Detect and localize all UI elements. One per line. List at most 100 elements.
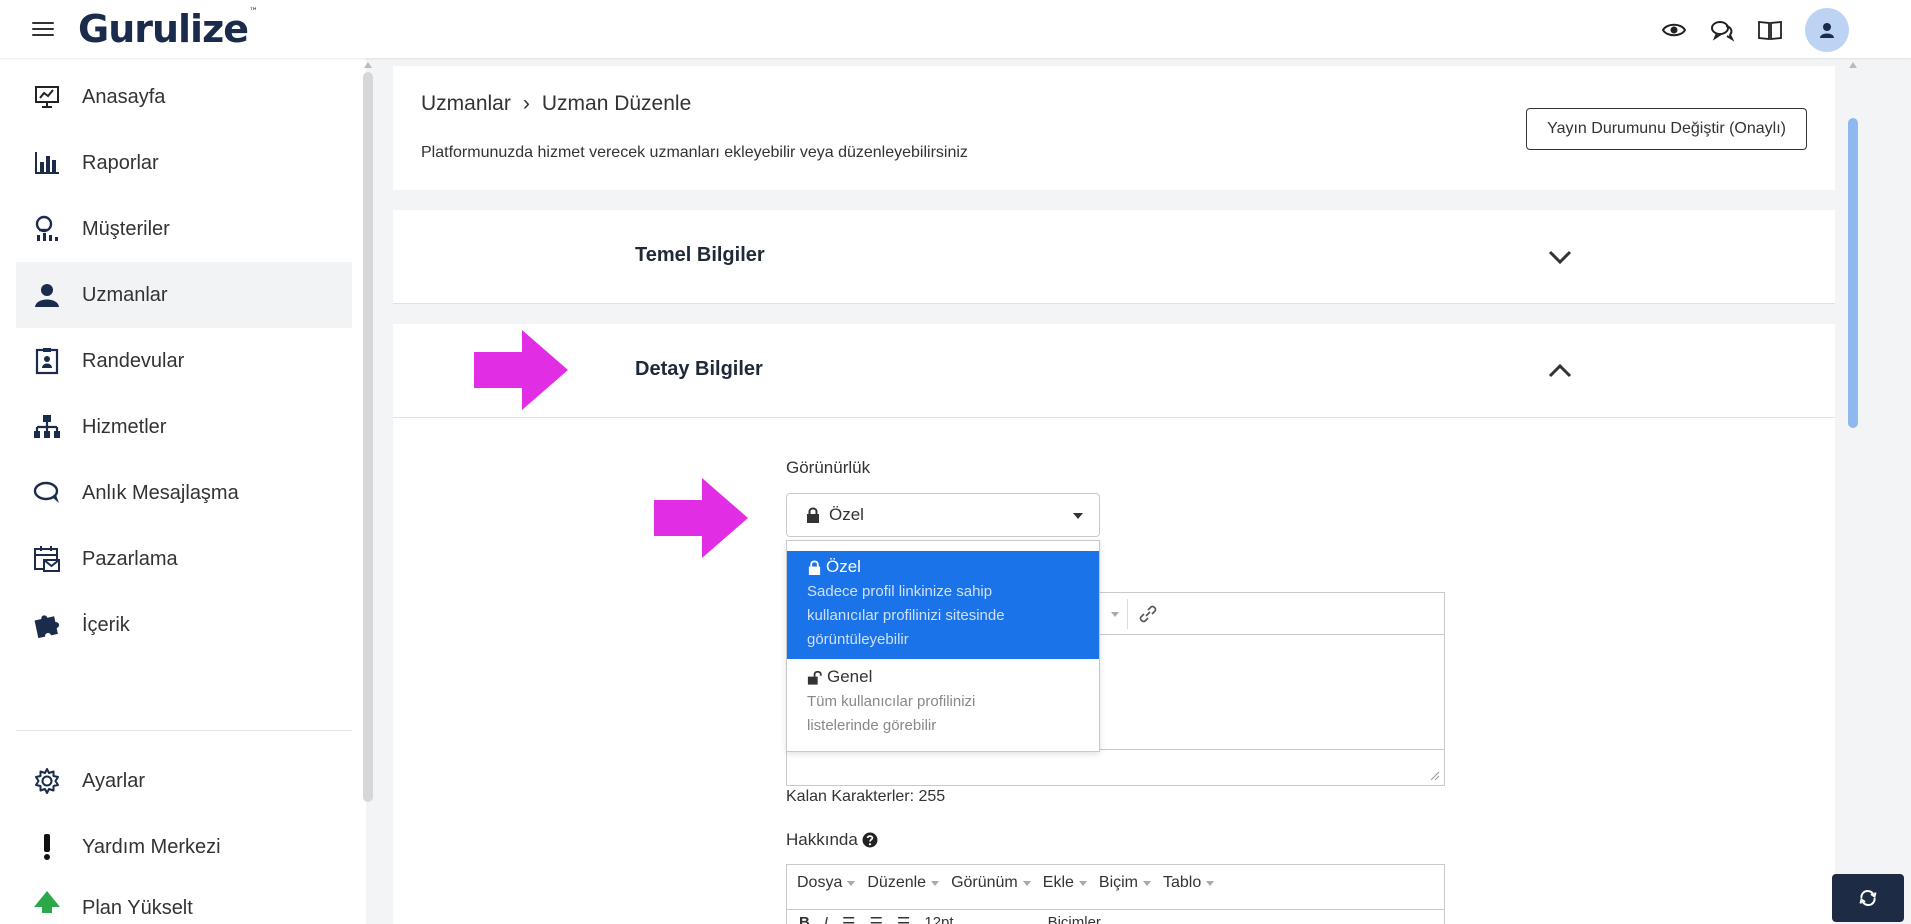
- sidebar-item-yardim-merkezi[interactable]: Yardım Merkezi: [16, 814, 352, 880]
- refresh-icon: [1859, 890, 1877, 906]
- sidebar-item-randevular[interactable]: Randevular: [16, 328, 352, 394]
- breadcrumb: Uzmanlar › Uzman Düzenle: [421, 92, 691, 116]
- font-size-select[interactable]: 12pt: [924, 914, 953, 924]
- sidebar-item-label: Pazarlama: [82, 547, 178, 570]
- section-temel-bilgiler[interactable]: Temel Bilgiler: [393, 210, 1835, 304]
- toolbar-separator: [1127, 599, 1128, 629]
- about-label-text: Hakkında: [786, 830, 858, 849]
- about-label: Hakkında: [786, 830, 878, 850]
- sidebar-item-label: Ayarlar: [82, 769, 145, 792]
- about-editor[interactable]: Dosya Düzenle Görünüm Ekle Biçim Tablo B…: [786, 864, 1445, 924]
- menu-gorunum[interactable]: Görünüm: [951, 874, 1031, 892]
- sidebar-item-raporlar[interactable]: Raporlar: [16, 130, 352, 196]
- sidebar-item-pazarlama[interactable]: Pazarlama: [16, 526, 352, 592]
- breadcrumb-separator: ›: [522, 92, 530, 115]
- page-header: Uzmanlar › Uzman Düzenle Platformunuzda …: [393, 66, 1835, 190]
- bold-button[interactable]: B: [799, 914, 810, 924]
- visibility-label: Görünürlük: [786, 458, 871, 477]
- about-editor-toolbar: B I ☰ ☰ ☰ 12pt Biçimler: [787, 909, 1444, 924]
- lock-icon: [807, 507, 819, 523]
- brand-logo[interactable]: Gurulize™: [78, 7, 258, 51]
- sitemap-icon: [32, 412, 62, 442]
- logo-trademark: ™: [248, 7, 258, 17]
- customers-icon: [32, 214, 62, 244]
- sidebar-item-anlik-mesajlasma[interactable]: Anlık Mesajlaşma: [16, 460, 352, 526]
- sidebar-item-icerik[interactable]: İçerik: [16, 592, 352, 658]
- toolbar-caret-icon[interactable]: [1111, 612, 1119, 617]
- visibility-option-genel[interactable]: Genel Tüm kullanıcılar profilinizi liste…: [787, 661, 1099, 751]
- sidebar-item-label: Müşteriler: [82, 217, 170, 240]
- visibility-option-ozel[interactable]: Özel Sadece profil linkinize sahip kulla…: [787, 551, 1099, 659]
- remaining-characters: Kalan Karakterler: 255: [786, 788, 946, 805]
- gear-icon: [32, 766, 62, 796]
- align-left-icon[interactable]: ☰: [842, 914, 855, 924]
- change-status-button[interactable]: Yayın Durumunu Değiştir (Onaylı): [1526, 108, 1807, 150]
- sidebar-item-label: Yardım Merkezi: [82, 835, 221, 858]
- breadcrumb-link-uzmanlar[interactable]: Uzmanlar: [421, 92, 511, 116]
- badge-icon: [32, 346, 62, 376]
- sidebar-item-label: Raporlar: [82, 151, 159, 174]
- chat-icon[interactable]: [1709, 17, 1735, 43]
- eye-icon[interactable]: [1661, 17, 1687, 43]
- scroll-up-arrow-icon[interactable]: [1849, 62, 1857, 68]
- sidebar-item-label: Randevular: [82, 349, 185, 372]
- lock-icon: [808, 559, 821, 575]
- sidebar-item-hizmetler[interactable]: Hizmetler: [16, 394, 352, 460]
- sidebar-divider: [16, 730, 352, 731]
- editor-menubar: Dosya Düzenle Görünüm Ekle Biçim Tablo: [797, 874, 1215, 892]
- menu-ekle[interactable]: Ekle: [1043, 874, 1087, 892]
- sidebar-item-musteriler[interactable]: Müşteriler: [16, 196, 352, 262]
- upgrade-icon: [32, 884, 62, 914]
- hamburger-menu-icon[interactable]: [32, 22, 54, 36]
- sidebar-item-uzmanlar[interactable]: Uzmanlar: [16, 262, 352, 328]
- menu-dosya[interactable]: Dosya: [797, 874, 856, 892]
- chevron-up-icon[interactable]: [1547, 358, 1573, 384]
- sidebar-item-label: Anlık Mesajlaşma: [82, 481, 239, 504]
- page-subtitle: Platformunuzda hizmet verecek uzmanları …: [421, 144, 968, 161]
- section-detay-bilgiler[interactable]: Detay Bilgiler: [393, 324, 1835, 418]
- sidebar: Anasayfa Raporlar Müşteriler Uzmanlar Ra…: [0, 58, 373, 924]
- option-description: Tüm kullanıcılar profilinizi listelerind…: [807, 693, 976, 734]
- user-icon: [32, 280, 62, 310]
- link-icon[interactable]: [1137, 603, 1159, 625]
- sidebar-scrollbar[interactable]: [363, 72, 373, 802]
- main-scrollbar[interactable]: [1848, 118, 1858, 428]
- align-center-icon[interactable]: ☰: [869, 914, 882, 924]
- chat-icon: [32, 478, 62, 508]
- option-title: Özel: [826, 557, 861, 576]
- sidebar-item-label: Anasayfa: [82, 85, 166, 108]
- align-right-icon[interactable]: ☰: [897, 914, 910, 924]
- italic-button[interactable]: I: [824, 914, 828, 924]
- editor-status-bar: [787, 749, 1444, 785]
- sidebar-item-label: Hizmetler: [82, 415, 167, 438]
- book-icon[interactable]: [1757, 17, 1783, 43]
- logo-text: Gurulize: [78, 7, 249, 51]
- puzzle-icon: [32, 610, 62, 640]
- option-title: Genel: [827, 667, 873, 686]
- resize-grip-icon[interactable]: [1430, 771, 1440, 781]
- chevron-down-icon[interactable]: [1547, 244, 1573, 270]
- sidebar-item-plan-yukselt[interactable]: Plan Yükselt: [16, 874, 352, 924]
- help-circle-icon[interactable]: [862, 832, 878, 848]
- avatar-user-icon: [1820, 23, 1834, 38]
- section-title: Temel Bilgiler: [635, 244, 765, 266]
- pointer-arrow-icon: [654, 478, 748, 558]
- visibility-select[interactable]: Özel: [786, 493, 1100, 537]
- user-avatar[interactable]: [1805, 8, 1849, 52]
- dashboard-icon: [32, 82, 62, 112]
- refresh-button[interactable]: [1832, 874, 1904, 922]
- menu-bicim[interactable]: Biçim: [1099, 874, 1151, 892]
- menu-duzenle[interactable]: Düzenle: [867, 874, 940, 892]
- sidebar-item-label: Uzmanlar: [82, 283, 168, 306]
- pointer-arrow-icon: [474, 330, 568, 410]
- menu-tablo[interactable]: Tablo: [1163, 874, 1215, 892]
- bar-chart-icon: [32, 148, 62, 178]
- select-caret-icon: [1073, 513, 1083, 519]
- sidebar-item-anasayfa[interactable]: Anasayfa: [16, 64, 352, 130]
- sidebar-item-ayarlar[interactable]: Ayarlar: [16, 748, 352, 814]
- formats-select[interactable]: Biçimler: [1048, 914, 1101, 924]
- visibility-dropdown: Özel Sadece profil linkinize sahip kulla…: [786, 540, 1100, 752]
- scroll-up-arrow-icon[interactable]: [364, 62, 372, 68]
- breadcrumb-current: Uzman Düzenle: [541, 92, 692, 115]
- section-title: Detay Bilgiler: [635, 358, 763, 380]
